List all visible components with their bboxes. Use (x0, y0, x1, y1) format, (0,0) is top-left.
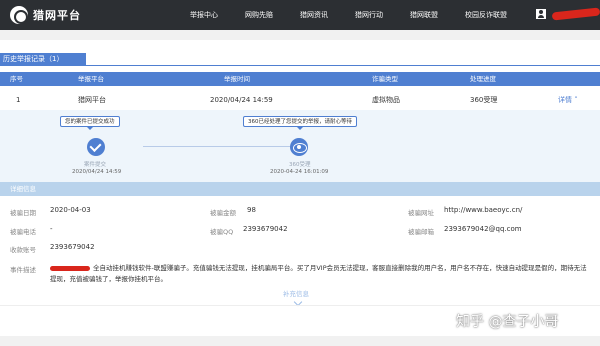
fraud-qq-label: 被骗QQ (210, 228, 234, 236)
check-icon (87, 138, 105, 156)
fraud-site-label: 被骗网址 (408, 209, 434, 217)
payee-account-value: 2393679042 (50, 243, 95, 251)
step2-label: 360受理 (289, 162, 311, 168)
chevron-up-icon: ˄ (574, 96, 578, 104)
fraud-email-label: 被骗邮箱 (408, 228, 434, 236)
brand-logo[interactable]: 猎网平台 (10, 6, 81, 24)
history-tab-underline (0, 65, 600, 66)
detail-section-title: 详细信息 (10, 185, 36, 193)
event-description: 全自动挂机赚钱软件-联盟赚骗子。充值骗钱无法提现，挂机骗局平台。买了月VIP会员… (50, 263, 590, 285)
user-icon (536, 9, 546, 19)
nav-item-alliance[interactable]: 猎网联盟 (410, 0, 438, 30)
col-header-time: 举报时间 (224, 75, 250, 83)
tooltip-submitted: 您的案件已提交成功 (60, 116, 120, 130)
nav-item-campus-alliance[interactable]: 校园反诈联盟 (465, 0, 507, 30)
fraud-email-value: 2393679042@qq.com (444, 225, 522, 233)
progress-timeline: 您的案件已提交成功 360已经处理了您提交的举报，请耐心等待 案件提交 2020… (0, 110, 600, 182)
detail-toggle[interactable]: 详情 ˄ (558, 92, 578, 108)
redacted-text (50, 265, 90, 271)
step1-label: 案件提交 (84, 162, 107, 168)
fraud-date-label: 被骗日期 (10, 209, 36, 217)
payee-account-label: 收款账号 (10, 246, 36, 254)
fraud-qq-value: 2393679042 (243, 225, 288, 233)
more-info-toggle[interactable]: 补充信息 (283, 288, 309, 298)
col-header-platform: 举报平台 (78, 75, 104, 83)
logo-icon (10, 6, 28, 24)
event-description-label: 事件描述 (10, 266, 36, 274)
nav-item-news[interactable]: 猎网资讯 (300, 0, 328, 30)
col-header-index: 序号 (10, 75, 23, 83)
fraud-site-value: http://www.baeoyc.cn/ (444, 206, 523, 214)
fraud-amount-label: 被骗金额 (210, 209, 236, 217)
logo-text: 猎网平台 (33, 9, 81, 22)
progress-connector (143, 146, 293, 147)
table-row[interactable]: 1 猎网平台 2020/04/24 14:59 虚拟物品 360受理 详情 ˄ (0, 92, 600, 108)
fraud-phone-value: - (50, 225, 53, 233)
detail-section-header: 详细信息 (0, 182, 600, 196)
nav-item-report-center[interactable]: 举报中心 (190, 0, 218, 30)
detail-link-label: 详情 (558, 96, 572, 104)
fraud-date-value: 2020-04-03 (50, 206, 91, 214)
top-nav-bar: 猎网平台 举报中心 网购先赔 猎网资讯 猎网行动 猎网联盟 校园反诈联盟 (0, 0, 600, 30)
tooltip-accepted: 360已经处理了您提交的举报，请耐心等待 (243, 116, 357, 130)
row-index: 1 (16, 96, 21, 104)
fraud-amount-value: 98 (247, 206, 256, 214)
row-status: 360受理 (470, 96, 498, 104)
row-platform: 猎网平台 (78, 96, 106, 104)
watermark: 知乎 @查子小哥 (456, 314, 559, 330)
nav-item-actions[interactable]: 猎网行动 (355, 0, 383, 30)
fraud-phone-label: 被骗电话 (10, 228, 36, 236)
nav-item-online-shopping-compensation[interactable]: 网购先赔 (245, 0, 273, 30)
step1-date: 2020/04/24 14:59 (72, 169, 122, 175)
col-header-progress: 处理进度 (470, 75, 496, 83)
step2-date: 2020-04-24 16:01:09 (270, 169, 329, 175)
redacted-username (551, 7, 600, 21)
row-time: 2020/04/24 14:59 (210, 96, 273, 104)
panel-divider (0, 305, 600, 306)
row-fraud-type: 虚拟物品 (372, 96, 400, 104)
report-history-panel: 历史举报记录（1） 序号 举报平台 举报时间 诈骗类型 处理进度 1 猎网平台 … (0, 40, 600, 336)
user-menu[interactable] (536, 7, 600, 21)
eye-icon (290, 138, 308, 156)
table-header: 序号 举报平台 举报时间 诈骗类型 处理进度 (0, 72, 600, 86)
event-description-text: 全自动挂机赚钱软件-联盟赚骗子。充值骗钱无法提现，挂机骗局平台。买了月VIP会员… (50, 264, 587, 283)
col-header-fraud-type: 诈骗类型 (372, 75, 398, 83)
